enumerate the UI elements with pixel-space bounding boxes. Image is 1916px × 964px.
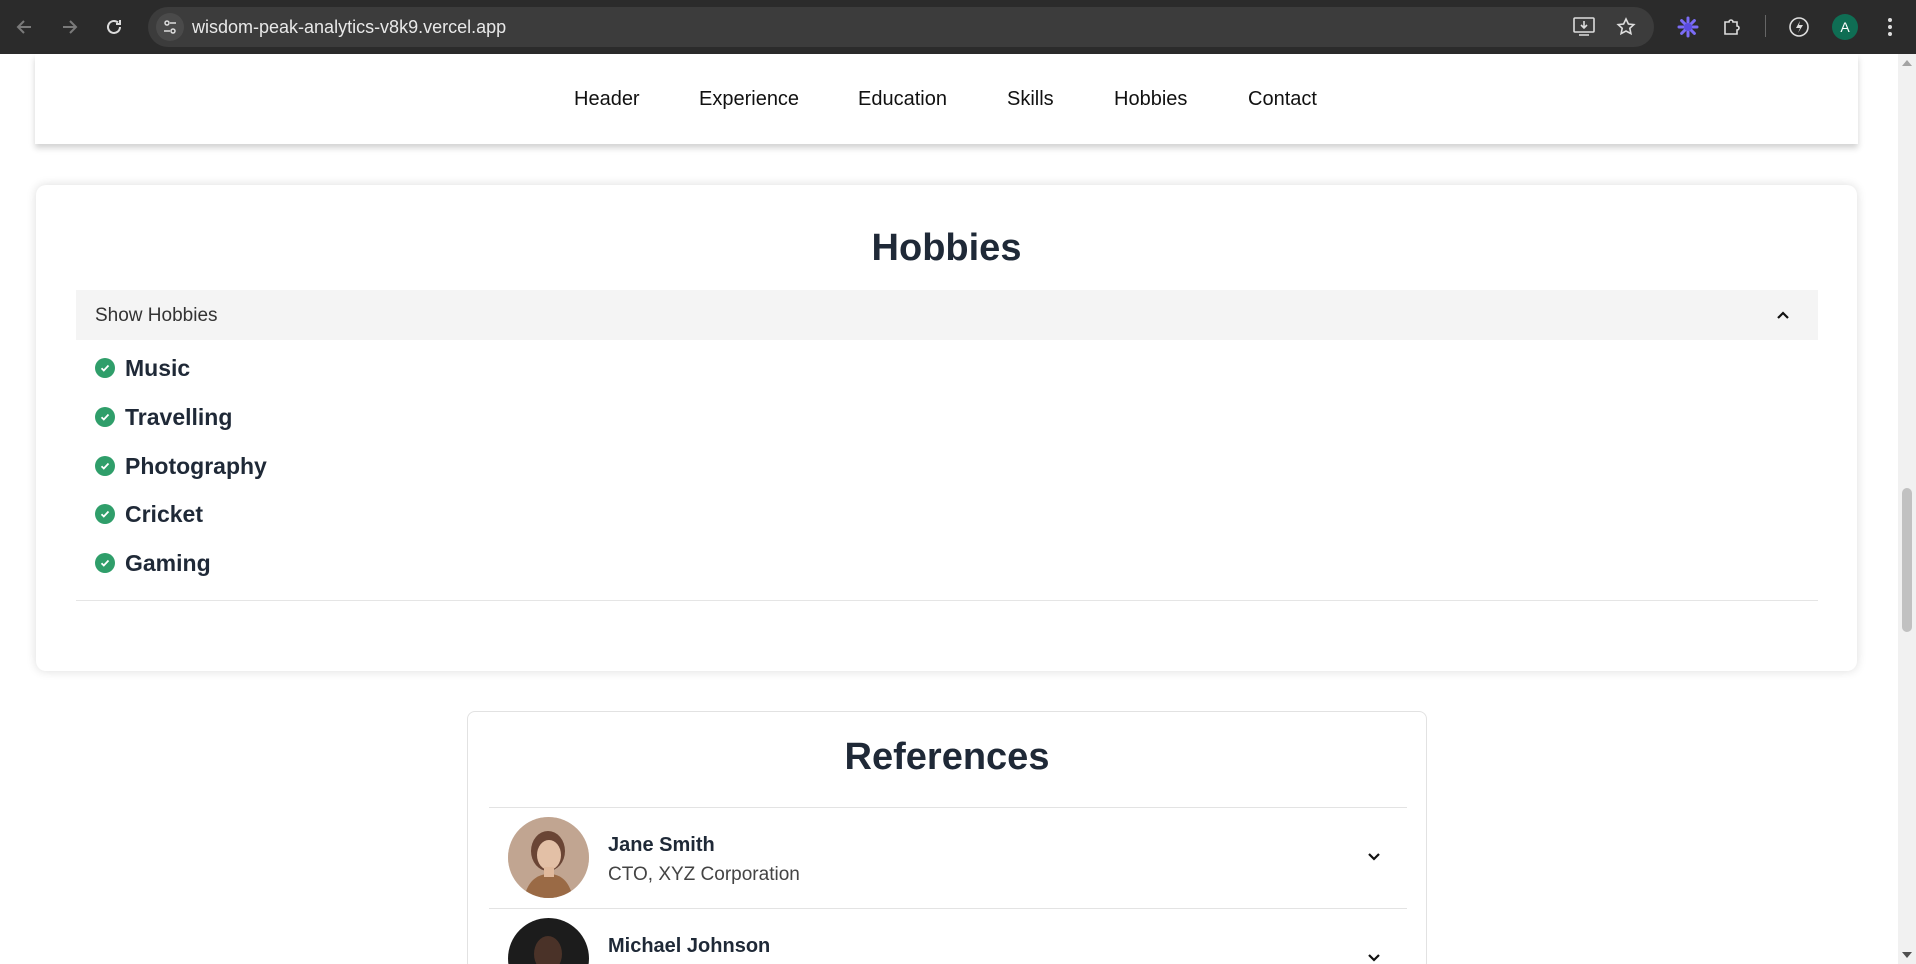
browser-toolbar: wisdom-peak-analytics-v8k9.vercel.app A [0, 0, 1916, 54]
extensions-puzzle-icon[interactable] [1716, 11, 1748, 43]
check-circle-icon [95, 504, 115, 524]
show-hobbies-label: Show Hobbies [95, 305, 218, 326]
hobby-name: Music [125, 354, 191, 381]
scroll-down-arrow-icon[interactable] [1902, 952, 1912, 958]
chevron-down-icon[interactable] [1365, 848, 1383, 866]
reference-item[interactable]: Jane Smith CTO, XYZ Corporation [489, 807, 1407, 908]
scrollbar-thumb[interactable] [1902, 488, 1912, 632]
check-circle-icon [95, 407, 115, 427]
references-section: References Jane Smith CTO, XYZ Corporati… [467, 711, 1427, 964]
show-hobbies-toggle[interactable]: Show Hobbies [76, 290, 1818, 340]
url-text[interactable]: wisdom-peak-analytics-v8k9.vercel.app [192, 17, 506, 38]
forward-icon[interactable] [54, 12, 84, 42]
profile-avatar[interactable]: A [1829, 11, 1861, 43]
nav-link-hobbies[interactable]: Hobbies [1114, 88, 1187, 111]
toolbar-divider [1765, 15, 1766, 37]
list-item: Photography [95, 451, 267, 481]
check-circle-icon [95, 358, 115, 378]
extension-flower-icon[interactable] [1672, 11, 1704, 43]
references-title: References [844, 736, 1050, 778]
site-settings-icon[interactable] [156, 13, 184, 41]
bookmark-star-icon[interactable] [1614, 15, 1638, 39]
avatar [508, 817, 589, 898]
reference-name: Jane Smith [608, 834, 715, 856]
reload-icon[interactable] [99, 12, 129, 42]
hobby-name: Travelling [125, 403, 233, 430]
back-icon[interactable] [10, 12, 40, 42]
section-nav: Header Experience Education Skills Hobbi… [35, 54, 1858, 144]
hobby-name: Gaming [125, 549, 211, 576]
list-item: Music [95, 353, 190, 383]
menu-kebab-icon[interactable] [1874, 11, 1906, 43]
divider [76, 600, 1818, 601]
reference-role: CTO, XYZ Corporation [608, 864, 800, 885]
nav-link-header[interactable]: Header [574, 88, 640, 111]
check-circle-icon [95, 456, 115, 476]
list-item: Cricket [95, 499, 203, 529]
page-scrollbar[interactable] [1898, 54, 1916, 964]
chevron-up-icon [1777, 311, 1789, 319]
hobbies-title: Hobbies [871, 227, 1022, 269]
avatar [508, 918, 589, 964]
chevron-down-icon[interactable] [1365, 949, 1383, 964]
install-app-icon[interactable] [1572, 15, 1596, 39]
reference-name: Michael Johnson [608, 935, 771, 957]
performance-icon[interactable] [1783, 11, 1815, 43]
scroll-up-arrow-icon[interactable] [1902, 60, 1912, 66]
profile-initial: A [1832, 14, 1858, 40]
nav-link-contact[interactable]: Contact [1248, 88, 1317, 111]
list-item: Gaming [95, 548, 211, 578]
nav-link-skills[interactable]: Skills [1007, 88, 1054, 111]
hobby-name: Photography [125, 452, 267, 479]
hobby-name: Cricket [125, 500, 203, 527]
check-circle-icon [95, 553, 115, 573]
hobbies-section: Hobbies Show Hobbies Music Travelling Ph… [36, 185, 1857, 671]
reference-item[interactable]: Michael Johnson [489, 908, 1407, 964]
nav-link-education[interactable]: Education [858, 88, 947, 111]
address-bar[interactable]: wisdom-peak-analytics-v8k9.vercel.app [148, 7, 1654, 47]
list-item: Travelling [95, 402, 232, 432]
nav-link-experience[interactable]: Experience [699, 88, 799, 111]
